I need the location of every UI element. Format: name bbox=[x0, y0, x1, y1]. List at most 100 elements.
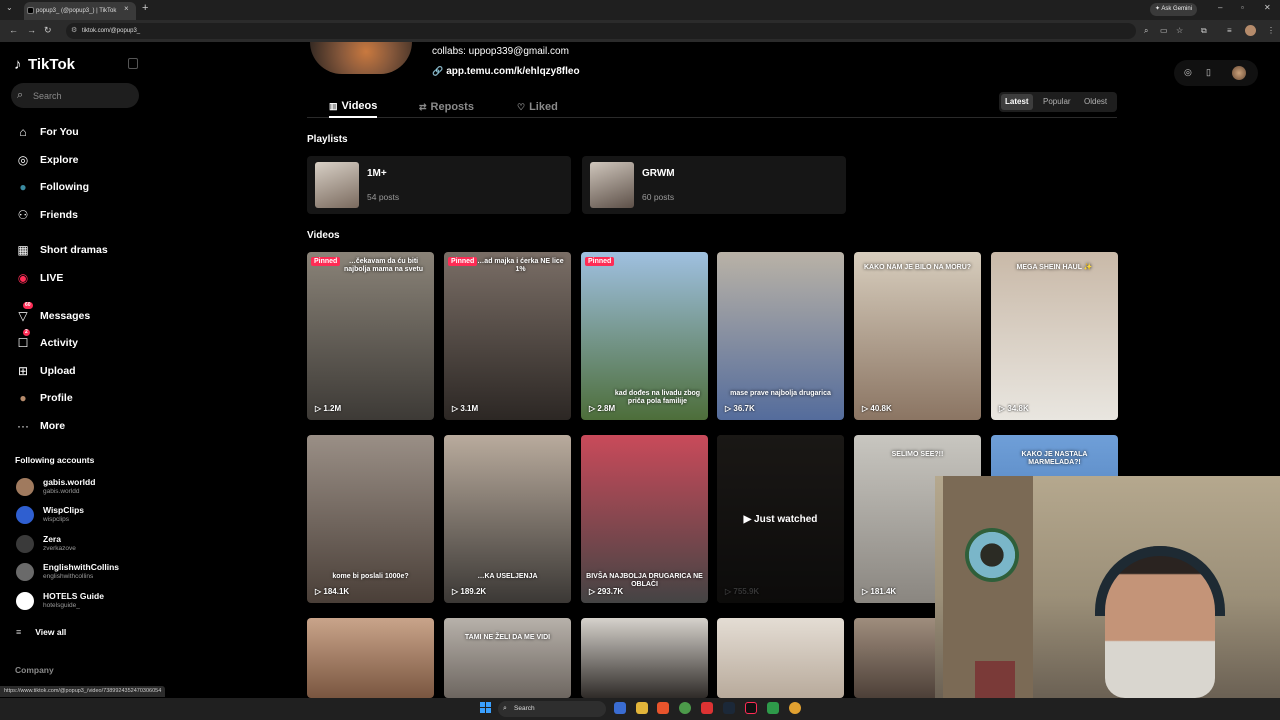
pinned-badge: Pinned bbox=[448, 257, 478, 266]
forward-icon[interactable]: → bbox=[27, 25, 36, 35]
windows-start-icon[interactable] bbox=[480, 702, 492, 714]
video-caption: …KA USELJENJA bbox=[477, 573, 538, 580]
activity-icon: ☐ 2 bbox=[17, 329, 30, 350]
video-card[interactable]: Pinned kad dođes na livadu zbog priča pol… bbox=[581, 252, 708, 420]
play-icon: ▶ bbox=[743, 513, 755, 525]
sidebar-item-for-you[interactable]: ⌂ For You bbox=[14, 122, 78, 142]
avatar bbox=[16, 592, 34, 610]
steam-app-icon[interactable] bbox=[723, 702, 735, 714]
tab-close-icon[interactable]: × bbox=[124, 4, 129, 13]
video-card[interactable]: TAMI NE ŽELI DA ME VIDI bbox=[444, 618, 571, 698]
search-bar[interactable]: ⌕ bbox=[11, 83, 139, 108]
account-name: WispClips bbox=[43, 505, 85, 515]
new-tab-button[interactable]: + bbox=[142, 2, 148, 14]
ask-gemini-button[interactable]: ✦ Ask Gemini bbox=[1150, 3, 1198, 16]
playlist-card[interactable]: GRWM 60 posts bbox=[582, 156, 846, 214]
account-name: EnglishwithCollins bbox=[43, 562, 120, 572]
brave-app-icon[interactable] bbox=[657, 702, 669, 714]
view-all-button[interactable]: ≡ View all bbox=[16, 622, 66, 642]
bookmark-star-icon[interactable]: ☆ bbox=[1176, 26, 1183, 35]
avatar bbox=[16, 506, 34, 524]
view-count: ▷ 40.8K bbox=[862, 404, 892, 413]
sidebar-item-friends[interactable]: ⚇ Friends bbox=[14, 205, 78, 225]
avatar bbox=[16, 478, 34, 496]
sidebar-item-label: Upload bbox=[40, 365, 76, 377]
reading-list-icon[interactable]: ≡ bbox=[1227, 26, 1232, 35]
tab-liked[interactable]: ♡ Liked bbox=[517, 96, 558, 118]
playlist-thumbnail bbox=[590, 162, 634, 208]
tiktok-logo[interactable]: ♪ TikTok bbox=[14, 56, 75, 73]
maximize-icon[interactable]: ▫ bbox=[1241, 3, 1244, 12]
video-card[interactable] bbox=[307, 618, 434, 698]
sidebar-item-live[interactable]: ◉ LIVE bbox=[14, 268, 64, 288]
video-caption: …čekavam da ću biti najbolja mama na sve… bbox=[344, 258, 423, 273]
video-card[interactable]: KAKO NAM JE BILO NA MORU? ▷ 40.8K bbox=[854, 252, 981, 420]
sidebar-item-messages[interactable]: ▽ 60 Messages bbox=[14, 302, 90, 326]
account-name: HOTELS Guide bbox=[43, 591, 104, 601]
link-icon: 🔗 bbox=[432, 66, 444, 76]
playlist-card[interactable]: 1M+ 54 posts bbox=[307, 156, 571, 214]
address-bar[interactable]: ⚙ tiktok.com/@popup3_ bbox=[66, 23, 1136, 39]
sort-popular-button[interactable]: Popular bbox=[1039, 94, 1075, 110]
account-handle: zverkazove bbox=[43, 545, 76, 552]
extensions-icon[interactable]: ⧉ bbox=[1201, 26, 1207, 36]
video-card[interactable]: Pinned …čekavam da ću biti najbolja mama … bbox=[307, 252, 434, 420]
minimize-icon[interactable]: – bbox=[1218, 3, 1222, 12]
video-caption: kome bi poslali 1000e? bbox=[332, 573, 409, 580]
taskbar-search[interactable]: ⌕ Search bbox=[498, 701, 606, 717]
playlist-count: 60 posts bbox=[642, 192, 675, 202]
tab-videos[interactable]: ▥ Videos bbox=[329, 96, 378, 118]
user-avatar[interactable] bbox=[1232, 66, 1246, 80]
video-card[interactable]: ▷ 755.9K▶ Just watched bbox=[717, 435, 844, 603]
profile-avatar bbox=[310, 42, 412, 74]
site-info-icon[interactable]: ⚙ bbox=[71, 23, 77, 39]
tab-reposts[interactable]: ⇄ Reposts bbox=[419, 96, 474, 118]
play-app-icon[interactable] bbox=[767, 702, 779, 714]
company-link[interactable]: Company bbox=[15, 665, 54, 675]
sort-latest-button[interactable]: Latest bbox=[1001, 94, 1033, 110]
file-explorer-icon[interactable] bbox=[636, 702, 648, 714]
device-icon[interactable]: ▯ bbox=[1206, 67, 1211, 78]
video-card[interactable]: mase prave najbolja drugarica ▷ 36.7K bbox=[717, 252, 844, 420]
sidebar-item-upload[interactable]: ⊞ Upload bbox=[14, 361, 76, 381]
back-icon[interactable]: ← bbox=[9, 25, 18, 35]
account-handle: gabis.worldd bbox=[43, 488, 80, 495]
profile-link[interactable]: 🔗 app.temu.com/k/ehlqzy8fleo bbox=[432, 66, 580, 77]
browser-profile-avatar[interactable] bbox=[1245, 25, 1256, 36]
chrome-canary-icon[interactable] bbox=[789, 702, 801, 714]
video-card[interactable]: Pinned …ad majka i ćerka NE lice 1% ▷ 3.1M bbox=[444, 252, 571, 420]
sidebar-item-activity[interactable]: ☐ 2 Activity bbox=[14, 329, 78, 353]
edge-app-icon[interactable] bbox=[614, 702, 626, 714]
webcam-overlay bbox=[935, 476, 1280, 698]
sidebar-item-more[interactable]: ··· More bbox=[14, 416, 65, 436]
video-card[interactable] bbox=[717, 618, 844, 698]
collapse-sidebar-icon[interactable] bbox=[128, 58, 138, 69]
app-icon[interactable] bbox=[701, 702, 713, 714]
zoom-icon[interactable]: ⌕ bbox=[1144, 26, 1148, 36]
tab-search-icon[interactable]: ⌄ bbox=[6, 3, 13, 12]
sidebar-item-explore[interactable]: ◎ Explore bbox=[14, 150, 79, 170]
video-card[interactable]: MEGA SHEIN HAUL ✨ ▷ 34.8K bbox=[991, 252, 1118, 420]
video-card[interactable] bbox=[581, 618, 708, 698]
account-name: Zera bbox=[43, 534, 61, 544]
sidebar-item-profile[interactable]: ● Profile bbox=[14, 388, 72, 408]
search-input[interactable] bbox=[33, 83, 133, 108]
logo-text: TikTok bbox=[28, 56, 75, 73]
coins-icon[interactable]: ◎ bbox=[1184, 67, 1192, 78]
sidebar-item-following[interactable]: ● Following bbox=[14, 177, 89, 197]
reload-icon[interactable]: ↻ bbox=[44, 25, 52, 36]
ask-gemini-label: Ask Gemini bbox=[1161, 6, 1193, 12]
sidebar-item-short-dramas[interactable]: ▦ Short dramas bbox=[14, 240, 107, 260]
video-card[interactable]: BIVŠA NAJBOLJA DRUGARICA NE OBLAČI ▷ 293.… bbox=[581, 435, 708, 603]
window-close-icon[interactable]: ✕ bbox=[1264, 3, 1271, 12]
playlists-heading: Playlists bbox=[307, 134, 348, 145]
following-avatar-icon: ● bbox=[19, 180, 27, 194]
chrome-app-icon[interactable] bbox=[679, 702, 691, 714]
tiktok-app-icon[interactable] bbox=[745, 702, 757, 714]
browser-tab[interactable]: popup3_ (@popup3_) | TikTok bbox=[24, 2, 136, 20]
sort-oldest-button[interactable]: Oldest bbox=[1080, 94, 1111, 110]
browser-menu-icon[interactable]: ⋮ bbox=[1267, 26, 1275, 35]
video-card[interactable]: kome bi poslali 1000e? ▷ 184.1K bbox=[307, 435, 434, 603]
install-app-icon[interactable]: ▭ bbox=[1160, 26, 1168, 35]
video-card[interactable]: …KA USELJENJA ▷ 189.2K bbox=[444, 435, 571, 603]
